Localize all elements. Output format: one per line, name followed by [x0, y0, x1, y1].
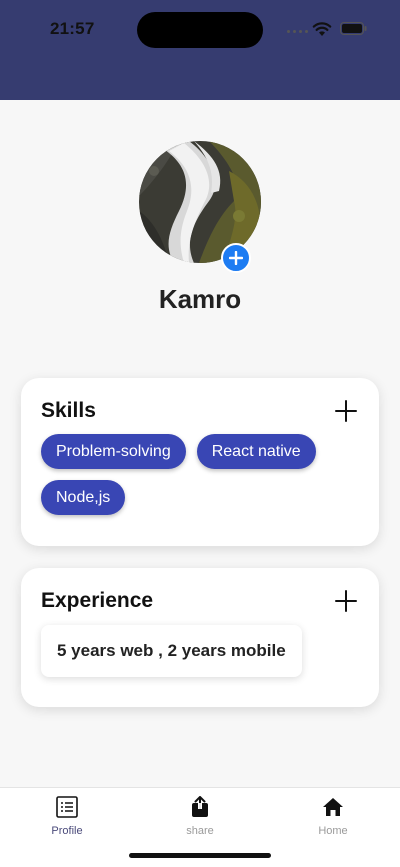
tab-label: Profile — [51, 825, 83, 837]
skills-list: Problem-solving React native Node,js — [41, 434, 361, 515]
battery-icon — [340, 22, 367, 35]
tab-label: Home — [318, 825, 348, 837]
status-time: 21:57 — [50, 19, 95, 38]
add-photo-button[interactable] — [221, 243, 251, 273]
skill-chip[interactable]: Problem-solving — [41, 434, 186, 469]
home-indicator[interactable] — [129, 853, 271, 858]
wifi-icon — [312, 22, 332, 36]
dynamic-island — [137, 12, 263, 48]
list-icon — [56, 796, 78, 818]
profile-name: Kamro — [158, 284, 242, 314]
cellular-signal-icon — [287, 30, 308, 33]
experience-value[interactable]: 5 years web , 2 years mobile — [41, 625, 302, 677]
tab-label: share — [186, 825, 214, 837]
plus-circle-icon — [229, 251, 243, 265]
tab-share[interactable]: share — [150, 788, 250, 843]
tab-profile[interactable]: Profile — [17, 788, 117, 843]
profile-screen: 21:57 Kamro Skills Problem-solving React… — [0, 0, 400, 867]
add-experience-button[interactable] — [335, 590, 357, 612]
skill-chip[interactable]: React native — [196, 434, 316, 469]
experience-card: Experience 5 years web , 2 years mobile — [21, 568, 379, 707]
add-skill-button[interactable] — [335, 400, 357, 422]
share-icon — [192, 796, 208, 817]
experience-title: Experience — [41, 589, 154, 612]
tab-home[interactable]: Home — [283, 788, 383, 843]
skills-title: Skills — [41, 399, 96, 422]
skills-card: Skills Problem-solving React native Node… — [21, 378, 379, 546]
avatar-container — [139, 141, 261, 273]
skill-chip[interactable]: Node,js — [41, 480, 126, 515]
home-icon — [323, 798, 343, 816]
header-bar: 21:57 — [0, 0, 400, 100]
